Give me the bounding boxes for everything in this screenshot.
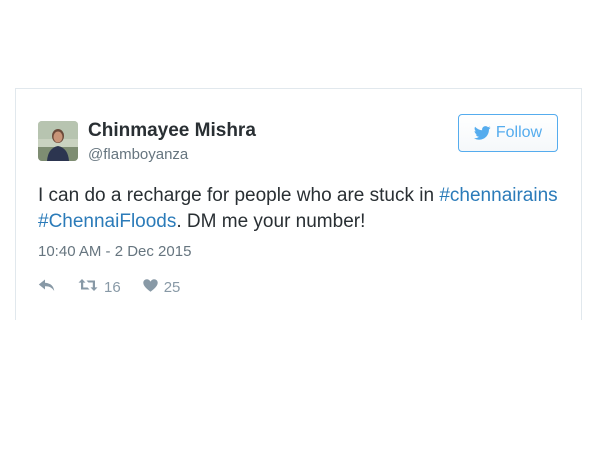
tweet-text-part: . DM me your number! [176, 211, 366, 232]
author-name[interactable]: Chinmayee Mishra [88, 120, 256, 142]
reply-button[interactable] [38, 279, 55, 296]
like-button[interactable]: 25 [142, 278, 181, 296]
retweet-button[interactable]: 16 [78, 278, 121, 296]
hashtag-link[interactable]: #chennairains [439, 185, 557, 206]
retweet-count: 16 [104, 278, 121, 296]
reply-icon [38, 279, 55, 296]
avatar-photo [38, 121, 78, 161]
tweet-actions: 16 25 [38, 278, 180, 296]
tweet-timestamp[interactable]: 10:40 AM - 2 Dec 2015 [38, 243, 191, 260]
hashtag-link[interactable]: #ChennaiFloods [38, 211, 176, 232]
avatar[interactable] [38, 121, 78, 161]
follow-label: Follow [495, 124, 543, 141]
heart-icon [142, 278, 158, 296]
retweet-icon [78, 278, 98, 296]
tweet-card: Chinmayee Mishra @flamboyanza Follow I c… [15, 88, 582, 320]
twitter-bird-icon [473, 126, 491, 140]
tweet-text: I can do a recharge for people who are s… [38, 183, 558, 235]
tweet-text-part: I can do a recharge for people who are s… [38, 185, 440, 206]
follow-button[interactable]: Follow [458, 114, 558, 152]
author-handle[interactable]: @flamboyanza [88, 146, 188, 163]
like-count: 25 [163, 278, 181, 296]
